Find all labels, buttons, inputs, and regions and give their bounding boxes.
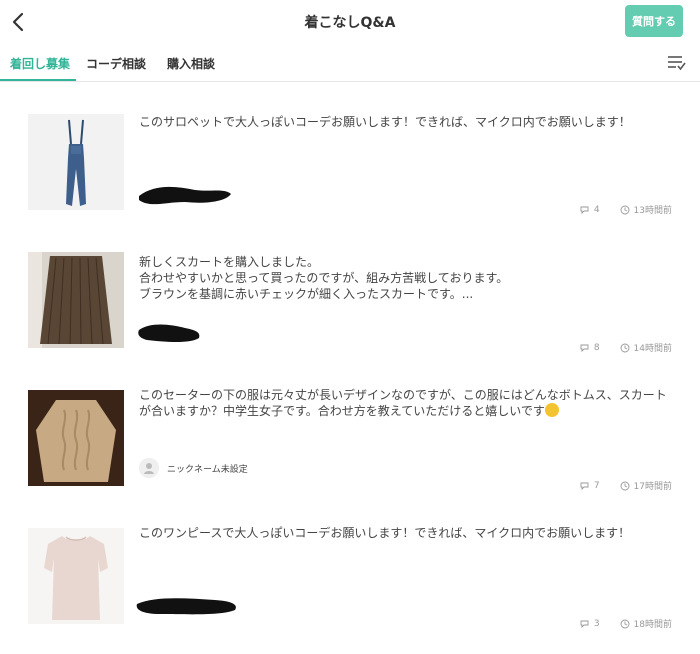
avatar xyxy=(139,458,159,478)
redacted-username xyxy=(138,324,200,342)
comment-count: 7 xyxy=(593,480,600,491)
tab-purchase-advice[interactable]: 購入相談 xyxy=(167,55,215,72)
comment-icon xyxy=(580,206,589,214)
pink-knit-dress-image xyxy=(28,528,124,624)
active-tab-indicator xyxy=(0,79,76,81)
pleated-brown-skirt-image xyxy=(28,252,124,348)
clock-icon xyxy=(620,343,629,352)
tab-coordinate-advice[interactable]: コーデ相談 xyxy=(86,55,146,72)
post-meta: 3 18時間前 xyxy=(580,617,672,630)
post-thumbnail[interactable] xyxy=(28,114,124,210)
comment-count: 3 xyxy=(593,618,600,629)
question-card[interactable]: このサロペットで大人っぽいコーデお願いします！できれば、マイクロ内でお願いします… xyxy=(0,114,700,224)
post-thumbnail[interactable] xyxy=(28,528,124,624)
comment-icon xyxy=(580,482,589,490)
post-text: このサロペットで大人っぽいコーデお願いします！できれば、マイクロ内でお願いします… xyxy=(139,115,631,129)
post-meta: 7 17時間前 xyxy=(580,479,672,492)
sort-filter-button[interactable] xyxy=(666,54,686,72)
clock-icon xyxy=(620,205,629,214)
post-time: 14時間前 xyxy=(633,344,672,354)
header-bar: 着こなしQ&A 質問する xyxy=(0,0,700,44)
ask-question-button[interactable]: 質問する xyxy=(625,5,683,37)
post-thumbnail[interactable] xyxy=(28,390,124,486)
post-time: 13時間前 xyxy=(633,206,672,216)
comment-icon xyxy=(580,344,589,352)
post-text: 新しくスカートを購入しました。 合わせやすいかと思って買ったのですが、組み方苦戦… xyxy=(139,255,509,301)
post-thumbnail[interactable] xyxy=(28,252,124,348)
denim-overalls-image xyxy=(28,114,124,210)
post-text: このワンピースで大人っぽいコーデお願いします！できれば、マイクロ内でお願いします… xyxy=(139,526,631,540)
sort-list-icon xyxy=(668,56,686,71)
comment-count: 8 xyxy=(593,342,600,353)
redacted-username xyxy=(139,186,231,205)
redacted-username xyxy=(136,598,236,615)
tab-bar: 着回し募集 コーデ相談 購入相談 xyxy=(0,44,700,82)
smile-emoji-icon xyxy=(544,403,559,417)
comment-icon xyxy=(580,620,589,628)
tab-outfit-rotation[interactable]: 着回し募集 xyxy=(10,55,70,72)
post-time: 18時間前 xyxy=(633,620,672,630)
question-card[interactable]: 新しくスカートを購入しました。 合わせやすいかと思って買ったのですが、組み方苦戦… xyxy=(0,252,700,362)
beige-cable-sweater-image xyxy=(28,390,124,486)
question-card[interactable]: このセーターの下の服は元々丈が長いデザインなのですが、この服にはどんなボトムス、… xyxy=(0,388,700,500)
author-info[interactable]: ニックネーム未設定 xyxy=(139,458,248,478)
post-time: 17時間前 xyxy=(633,482,672,492)
author-name: ニックネーム未設定 xyxy=(167,464,248,475)
page-title: 着こなしQ&A xyxy=(304,15,396,31)
clock-icon xyxy=(620,481,629,490)
question-card[interactable]: このワンピースで大人っぽいコーデお願いします！できれば、マイクロ内でお願いします… xyxy=(0,526,700,638)
post-text: このセーターの下の服は元々丈が長いデザインなのですが、この服にはどんなボトムス、… xyxy=(139,388,667,418)
post-meta: 4 13時間前 xyxy=(580,203,672,216)
post-meta: 8 14時間前 xyxy=(580,341,672,354)
comment-count: 4 xyxy=(593,204,600,215)
clock-icon xyxy=(620,619,629,628)
user-icon xyxy=(139,458,159,478)
